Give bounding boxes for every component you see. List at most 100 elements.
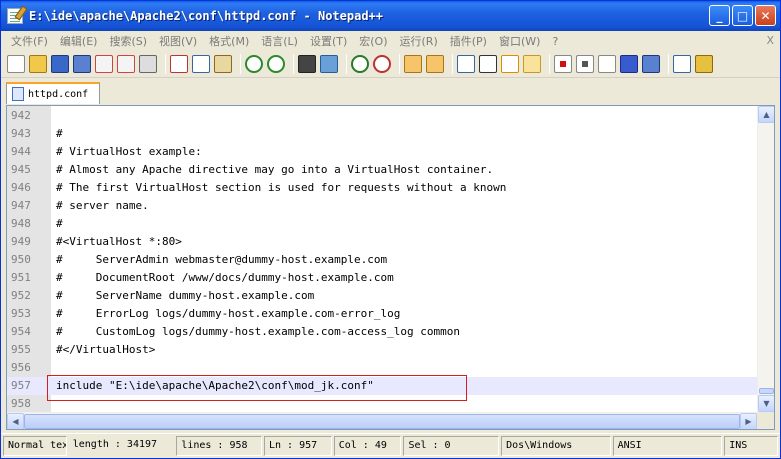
replace-icon[interactable] — [320, 55, 338, 73]
menu-file[interactable]: 文件(F) — [5, 33, 54, 49]
line-number: 943 — [11, 127, 31, 140]
sync-v-icon[interactable] — [404, 55, 422, 73]
line-text: #</VirtualHost> — [56, 343, 156, 356]
save-all-icon[interactable] — [73, 55, 91, 73]
word-wrap-icon[interactable] — [457, 55, 475, 73]
minimize-button[interactable]: _ — [709, 5, 730, 26]
code-line[interactable]: 945 # Almost any Apache directive may go … — [7, 161, 757, 179]
status-encoding: ANSI — [612, 435, 723, 456]
zoom-out-icon[interactable] — [373, 55, 391, 73]
indent-guide-icon[interactable] — [501, 55, 519, 73]
new-file-icon[interactable] — [7, 55, 25, 73]
line-text: # — [56, 217, 63, 230]
menu-edit[interactable]: 编辑(E) — [54, 33, 104, 49]
toolbar-separator — [549, 54, 550, 74]
toolbar-separator — [346, 54, 347, 74]
tab-label: httpd.conf — [28, 88, 89, 100]
notepadpp-app-icon — [7, 8, 23, 24]
code-line[interactable]: 954 # CustomLog logs/dummy-host.example.c… — [7, 323, 757, 341]
paste-icon[interactable] — [214, 55, 232, 73]
scroll-down-icon[interactable]: ▼ — [758, 395, 774, 412]
menu-macro[interactable]: 宏(O) — [353, 33, 393, 49]
menu-settings[interactable]: 设置(T) — [304, 33, 353, 49]
title-bar[interactable]: E:\ide\apache\Apache2\conf\httpd.conf - … — [1, 1, 780, 31]
code-line[interactable]: 943 # — [7, 125, 757, 143]
code-line[interactable]: 950 # ServerAdmin webmaster@dummy-host.ex… — [7, 251, 757, 269]
record-macro-icon[interactable] — [554, 55, 572, 73]
toolbar-separator — [452, 54, 453, 74]
line-text: # DocumentRoot /www/docs/dummy-host.exam… — [56, 271, 394, 284]
menu-view[interactable]: 视图(V) — [153, 33, 203, 49]
code-line[interactable]: 944 # VirtualHost example: — [7, 143, 757, 161]
show-all-chars-icon[interactable] — [479, 55, 497, 73]
code-line[interactable]: 946 # The first VirtualHost section is us… — [7, 179, 757, 197]
tab-httpd-conf[interactable]: httpd.conf — [6, 82, 100, 104]
scroll-right-icon[interactable]: ▶ — [740, 413, 757, 429]
line-number: 951 — [11, 271, 31, 284]
code-area[interactable]: 942 943 #944 # VirtualHost example: 945 # Alm… — [7, 106, 757, 412]
menu-help[interactable]: ? — [546, 35, 564, 48]
code-line[interactable]: 952 # ServerName dummy-host.example.com — [7, 287, 757, 305]
editor-pane[interactable]: 942 943 #944 # VirtualHost example: 945 # Alm… — [6, 105, 775, 430]
menu-plugins[interactable]: 插件(P) — [444, 33, 493, 49]
menu-run[interactable]: 运行(R) — [394, 33, 444, 49]
close-icon[interactable] — [95, 55, 113, 73]
menu-window[interactable]: 窗口(W) — [493, 33, 546, 49]
spell-check-icon[interactable] — [673, 55, 691, 73]
toolbar-separator — [165, 54, 166, 74]
scroll-left-icon[interactable]: ◀ — [7, 413, 24, 429]
code-line[interactable]: 948 # — [7, 215, 757, 233]
find-icon[interactable] — [298, 55, 316, 73]
maximize-button[interactable]: □ — [732, 5, 753, 26]
annotation-highlight-box — [47, 375, 467, 401]
copy-icon[interactable] — [192, 55, 210, 73]
plugin-icon[interactable] — [695, 55, 713, 73]
play-macro-icon[interactable] — [598, 55, 616, 73]
save-icon[interactable] — [51, 55, 69, 73]
cut-icon[interactable] — [170, 55, 188, 73]
toolbar-separator — [293, 54, 294, 74]
status-length: length : 34197 — [72, 438, 158, 450]
stop-macro-icon[interactable] — [576, 55, 594, 73]
sync-h-icon[interactable] — [426, 55, 444, 73]
print-icon[interactable] — [139, 55, 157, 73]
save-macro-icon[interactable] — [642, 55, 660, 73]
menu-language[interactable]: 语言(L) — [255, 33, 304, 49]
status-line-number: Ln : 957 — [263, 435, 332, 456]
code-line[interactable]: 953 # ErrorLog logs/dummy-host.example.co… — [7, 305, 757, 323]
code-line[interactable]: 949 #<VirtualHost *:80> — [7, 233, 757, 251]
status-column: Col : 49 — [333, 435, 402, 456]
line-number: 942 — [11, 109, 31, 122]
menu-format[interactable]: 格式(M) — [203, 33, 255, 49]
code-line[interactable]: 955 #</VirtualHost> — [7, 341, 757, 359]
line-text: # CustomLog logs/dummy-host.example.com-… — [56, 325, 460, 338]
line-text: # VirtualHost example: — [56, 145, 202, 158]
status-bar: Normal tex length : 34197 lines : 958 Ln… — [1, 433, 780, 457]
code-line[interactable]: 947 # server name. — [7, 197, 757, 215]
status-lines: lines : 958 — [176, 435, 262, 456]
redo-icon[interactable] — [267, 55, 285, 73]
zoom-in-icon[interactable] — [351, 55, 369, 73]
close-all-icon[interactable] — [117, 55, 135, 73]
vertical-scrollbar[interactable]: ▲ ▼ — [757, 106, 774, 412]
horizontal-scrollbar[interactable]: ◀ ▶ — [7, 412, 757, 429]
close-window-button[interactable]: ✕ — [755, 5, 776, 26]
line-text: #<VirtualHost *:80> — [56, 235, 182, 248]
menu-search[interactable]: 搜索(S) — [103, 33, 153, 49]
line-number: 957 — [11, 379, 31, 392]
scroll-up-icon[interactable]: ▲ — [758, 106, 774, 123]
horizontal-scroll-thumb[interactable] — [24, 414, 740, 429]
code-line[interactable]: 942 — [7, 107, 757, 125]
line-number: 953 — [11, 307, 31, 320]
close-document-button[interactable]: X — [766, 34, 774, 47]
line-text: # — [56, 127, 63, 140]
user-lang-icon[interactable] — [523, 55, 541, 73]
undo-icon[interactable] — [245, 55, 263, 73]
code-line[interactable]: 951 # DocumentRoot /www/docs/dummy-host.e… — [7, 269, 757, 287]
toolbar-separator — [668, 54, 669, 74]
open-file-icon[interactable] — [29, 55, 47, 73]
vertical-scroll-thumb[interactable] — [759, 388, 774, 394]
window-title: E:\ide\apache\Apache2\conf\httpd.conf - … — [29, 9, 384, 23]
run-macro-multiple-icon[interactable] — [620, 55, 638, 73]
line-number: 956 — [11, 361, 31, 374]
